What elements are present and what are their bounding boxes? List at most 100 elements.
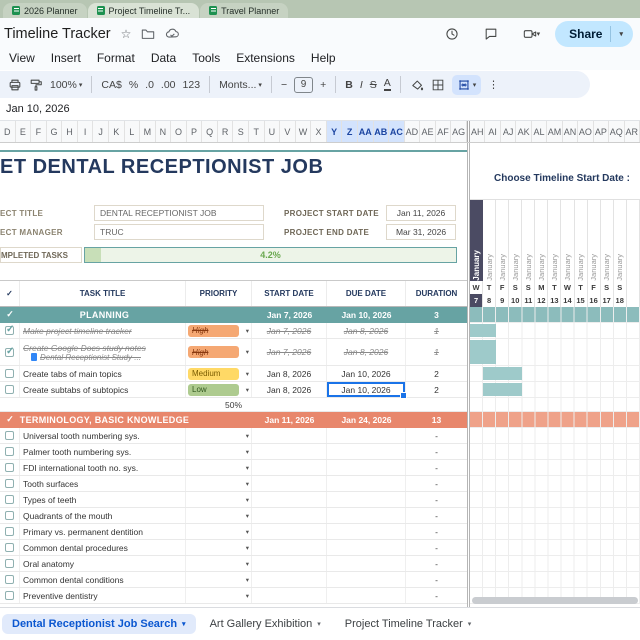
dropdown-arrow-icon[interactable]: ▾: [246, 560, 249, 568]
column-header-AD[interactable]: AD: [405, 121, 421, 142]
start-date-cell[interactable]: [252, 572, 327, 587]
dropdown-arrow-icon[interactable]: ▾: [246, 327, 249, 335]
start-date-cell[interactable]: Jan 8, 2026: [252, 366, 327, 381]
strikethrough-button[interactable]: S: [370, 79, 377, 91]
dropdown-arrow-icon[interactable]: ▾: [246, 496, 249, 504]
pane-divider[interactable]: [467, 143, 470, 607]
row-checkbox[interactable]: [0, 382, 20, 397]
menu-view[interactable]: View: [2, 49, 42, 67]
start-date-cell[interactable]: Jan 7, 2026: [252, 339, 327, 365]
cloud-status-icon[interactable]: [165, 27, 180, 41]
row-checkbox[interactable]: [0, 524, 20, 539]
timeline-row[interactable]: [470, 572, 640, 588]
dropdown-arrow-icon[interactable]: ▾: [246, 386, 249, 394]
due-date-cell[interactable]: [327, 540, 406, 555]
row-checkbox[interactable]: [0, 508, 20, 523]
start-date-cell[interactable]: [252, 428, 327, 443]
timeline-row[interactable]: [470, 382, 640, 398]
column-header-X[interactable]: X: [311, 121, 327, 142]
column-header-O[interactable]: O: [171, 121, 187, 142]
due-date-cell[interactable]: [327, 444, 406, 459]
formula-bar[interactable]: Jan 10, 2026: [0, 98, 640, 121]
timeline-row[interactable]: [470, 460, 640, 476]
video-call-icon[interactable]: ▾: [523, 27, 540, 41]
column-header-Q[interactable]: Q: [202, 121, 218, 142]
dropdown-arrow-icon[interactable]: ▾: [246, 512, 249, 520]
task-title-cell[interactable]: Primary vs. permanent dentition: [20, 524, 186, 539]
timeline-row[interactable]: [470, 444, 640, 460]
folder-icon[interactable]: [141, 27, 155, 41]
dropdown-arrow-icon[interactable]: ▾: [246, 480, 249, 488]
priority-cell[interactable]: ▾: [186, 476, 252, 491]
task-title-cell[interactable]: Common dental conditions: [20, 572, 186, 587]
duration-cell[interactable]: -: [406, 428, 467, 443]
column-header-N[interactable]: N: [156, 121, 172, 142]
column-header-AE[interactable]: AE: [420, 121, 436, 142]
column-header-AC[interactable]: AC: [389, 121, 405, 142]
row-checkbox[interactable]: [0, 572, 20, 587]
timeline-row[interactable]: [470, 307, 640, 323]
timeline-row[interactable]: [470, 556, 640, 572]
dropdown-arrow-icon[interactable]: ▾: [246, 370, 249, 378]
priority-cell[interactable]: ▾: [186, 428, 252, 443]
start-date-cell[interactable]: [252, 556, 327, 571]
timeline-row[interactable]: [470, 524, 640, 540]
row-checkbox[interactable]: [0, 460, 20, 475]
duration-cell[interactable]: -: [406, 508, 467, 523]
priority-cell[interactable]: ▾: [186, 508, 252, 523]
increase-decimal-button[interactable]: .00: [161, 79, 176, 91]
more-toolbar-button[interactable]: ⋮: [488, 79, 499, 91]
borders-button[interactable]: [431, 78, 445, 92]
row-checkbox[interactable]: [0, 476, 20, 491]
decrease-decimal-button[interactable]: .0: [145, 79, 154, 91]
task-title-cell[interactable]: Palmer tooth numbering sys.: [20, 444, 186, 459]
menu-tools[interactable]: Tools: [185, 49, 227, 67]
column-header-AI[interactable]: AI: [485, 121, 501, 142]
timeline-row[interactable]: [470, 398, 640, 412]
browser-tab-project-timeline[interactable]: Project Timeline Tr...: [87, 3, 200, 18]
sheet-tab-menu-icon[interactable]: ▾: [317, 620, 321, 628]
timeline-row[interactable]: [470, 339, 640, 366]
task-title-cell[interactable]: Oral anatomy: [20, 556, 186, 571]
column-header-AB[interactable]: AB: [373, 121, 390, 142]
menu-data[interactable]: Data: [144, 49, 183, 67]
column-header-P[interactable]: P: [187, 121, 203, 142]
due-date-cell[interactable]: [327, 460, 406, 475]
task-title-cell[interactable]: Create tabs of main topics: [20, 366, 186, 381]
column-header-S[interactable]: S: [233, 121, 249, 142]
start-date-cell[interactable]: Jan 8, 2026: [252, 382, 327, 397]
column-header-AM[interactable]: AM: [547, 121, 563, 142]
duration-cell[interactable]: 1: [406, 339, 467, 365]
star-icon[interactable]: ☆: [121, 27, 132, 41]
menu-insert[interactable]: Insert: [44, 49, 88, 67]
due-date-cell[interactable]: [327, 524, 406, 539]
column-header-AK[interactable]: AK: [516, 121, 532, 142]
task-doc-link[interactable]: Dental Receptionist Study ...: [23, 353, 185, 362]
task-title-cell[interactable]: Preventive dentistry: [20, 588, 186, 603]
priority-cell[interactable]: ▾: [186, 588, 252, 603]
italic-button[interactable]: I: [360, 79, 363, 91]
column-header-W[interactable]: W: [296, 121, 312, 142]
due-date-cell[interactable]: [327, 572, 406, 587]
number-format-button[interactable]: 123: [183, 79, 201, 91]
dropdown-arrow-icon[interactable]: ▾: [246, 576, 249, 584]
comments-icon[interactable]: [484, 27, 498, 41]
share-dropdown-icon[interactable]: ▾: [619, 30, 623, 38]
column-header-F[interactable]: F: [31, 121, 47, 142]
due-date-cell[interactable]: Jan 8, 2026: [327, 339, 406, 365]
column-header-AR[interactable]: AR: [625, 121, 640, 142]
dropdown-arrow-icon[interactable]: ▾: [246, 448, 249, 456]
priority-cell[interactable]: Medium ▾: [186, 366, 252, 381]
column-header-H[interactable]: H: [62, 121, 78, 142]
version-history-icon[interactable]: [445, 27, 459, 41]
project-title-value[interactable]: DENTAL RECEPTIONIST JOB: [94, 205, 264, 221]
duration-cell[interactable]: -: [406, 572, 467, 587]
start-date-cell[interactable]: [252, 588, 327, 603]
task-title-cell[interactable]: Types of teeth: [20, 492, 186, 507]
start-date-cell[interactable]: [252, 444, 327, 459]
dropdown-arrow-icon[interactable]: ▾: [246, 544, 249, 552]
priority-cell[interactable]: High ▾: [186, 323, 252, 338]
merge-cells-button[interactable]: ▾: [451, 74, 482, 95]
duration-cell[interactable]: 2: [406, 366, 467, 381]
column-header-AA[interactable]: AA: [357, 121, 374, 142]
